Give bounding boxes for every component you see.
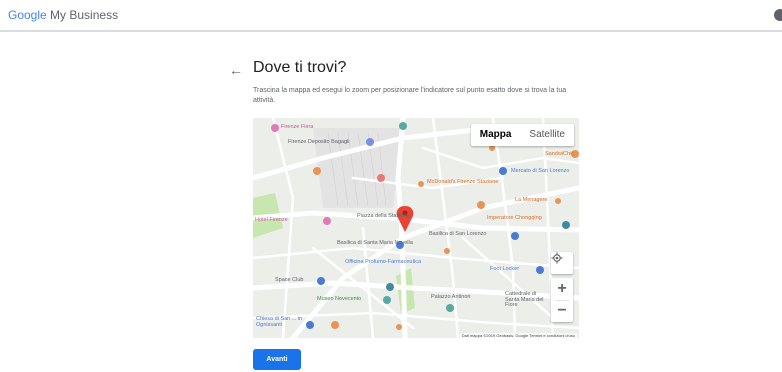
account-avatar[interactable] [774,9,782,21]
map-label: Imperatore Chongqing [487,215,542,221]
my-location-button[interactable] [551,252,573,274]
map-label: Officina Profumo-Farmaceutica [345,259,422,265]
zoom-out-button[interactable]: − [551,301,573,323]
next-button[interactable]: Avanti [253,349,301,370]
map-type-map-button[interactable]: Mappa [471,124,521,146]
map-attribution[interactable]: Dati mappa ©2019 Geobasis, Google Termin… [459,333,577,338]
map-label: Space Club [275,277,304,283]
map-label: Firenze Fiera [281,124,314,130]
map-label: Foot Locker [490,266,520,272]
location-map[interactable]: Firenze Fiera Firenze Deposito Bagagli S… [253,118,579,338]
map-label: Cattedrale di Santa Maria del Fiore [505,291,544,308]
brand-google: Google [8,8,47,22]
crosshair-icon [551,252,563,264]
map-label: Museo Novecento [317,296,362,302]
map-label: Basilica di Santa Maria Novella [337,240,413,246]
map-label: Piazza della Stazione [357,213,410,219]
back-arrow-icon[interactable]: ← [229,63,243,77]
map-label: Firenze Deposito Bagagli [288,139,350,145]
map-label: La Menagere [515,197,548,203]
map-type-control: Mappa Satellite [470,124,574,146]
brand-logo[interactable]: Google My Business [8,8,118,22]
map-label: Chiesa di San ... in Ognissanti [256,316,303,328]
map-label: Mercato di San Lorenzo [511,168,570,174]
zoom-control: + − [551,278,573,322]
map-label: Basilica di San Lorenzo [429,231,487,237]
zoom-in-button[interactable]: + [551,278,573,300]
map-type-satellite-button[interactable]: Satellite [520,124,574,146]
brand-product: My Business [50,8,119,22]
map-label: Hotel Firenze [255,217,288,223]
page-description: Trascina la mappa ed esegui lo zoom per … [253,87,567,104]
map-label: McDonald's Firenze Stazione [427,179,499,185]
map-label: Palazzo Antinori [431,294,471,300]
page-title: Dove ti trovi? [253,59,347,76]
top-bar: Google My Business [0,0,782,32]
map-label: SandwiChic [545,151,575,157]
